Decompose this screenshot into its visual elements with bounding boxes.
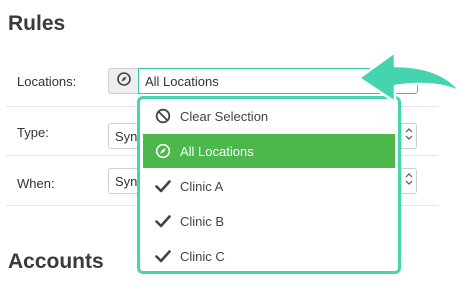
locations-value: All Locations — [145, 73, 219, 89]
locations-addon — [108, 68, 138, 94]
dropdown-item-label: Clinic C — [180, 248, 225, 264]
chevron-updown-icon — [405, 127, 413, 145]
check-icon — [152, 176, 174, 196]
rules-heading: Rules — [8, 12, 66, 35]
type-select[interactable]: Syn — [108, 123, 138, 149]
check-icon — [152, 211, 174, 231]
type-value: Syn — [115, 128, 138, 144]
dropdown-item-label: All Locations — [180, 143, 254, 159]
when-label: When: — [17, 176, 55, 191]
when-spinner[interactable] — [401, 168, 417, 194]
dropdown-item-clinic-a[interactable]: Clinic A — [143, 169, 395, 203]
compass-icon — [152, 141, 174, 161]
compass-icon — [116, 71, 131, 91]
locations-label: Locations: — [17, 74, 77, 89]
accounts-heading: Accounts — [8, 250, 104, 273]
dropdown-item-clinic-c[interactable]: Clinic C — [143, 239, 395, 273]
chevron-updown-icon — [405, 172, 413, 190]
highlight-arrow-icon — [355, 48, 467, 113]
dropdown-item-all-locations[interactable]: All Locations — [143, 134, 395, 168]
when-value: Syn — [115, 173, 138, 189]
dropdown-item-label: Clinic A — [180, 178, 224, 194]
type-spinner[interactable] — [401, 123, 417, 149]
type-label: Type: — [17, 125, 49, 140]
check-icon — [152, 246, 174, 266]
locations-dropdown: Clear Selection All Locations Clinic A C… — [137, 96, 401, 274]
dropdown-item-clinic-b[interactable]: Clinic B — [143, 204, 395, 238]
dropdown-item-label: Clear Selection — [180, 108, 269, 124]
ban-icon — [152, 106, 174, 126]
when-select[interactable]: Syn — [108, 168, 138, 194]
dropdown-item-label: Clinic B — [180, 213, 225, 229]
